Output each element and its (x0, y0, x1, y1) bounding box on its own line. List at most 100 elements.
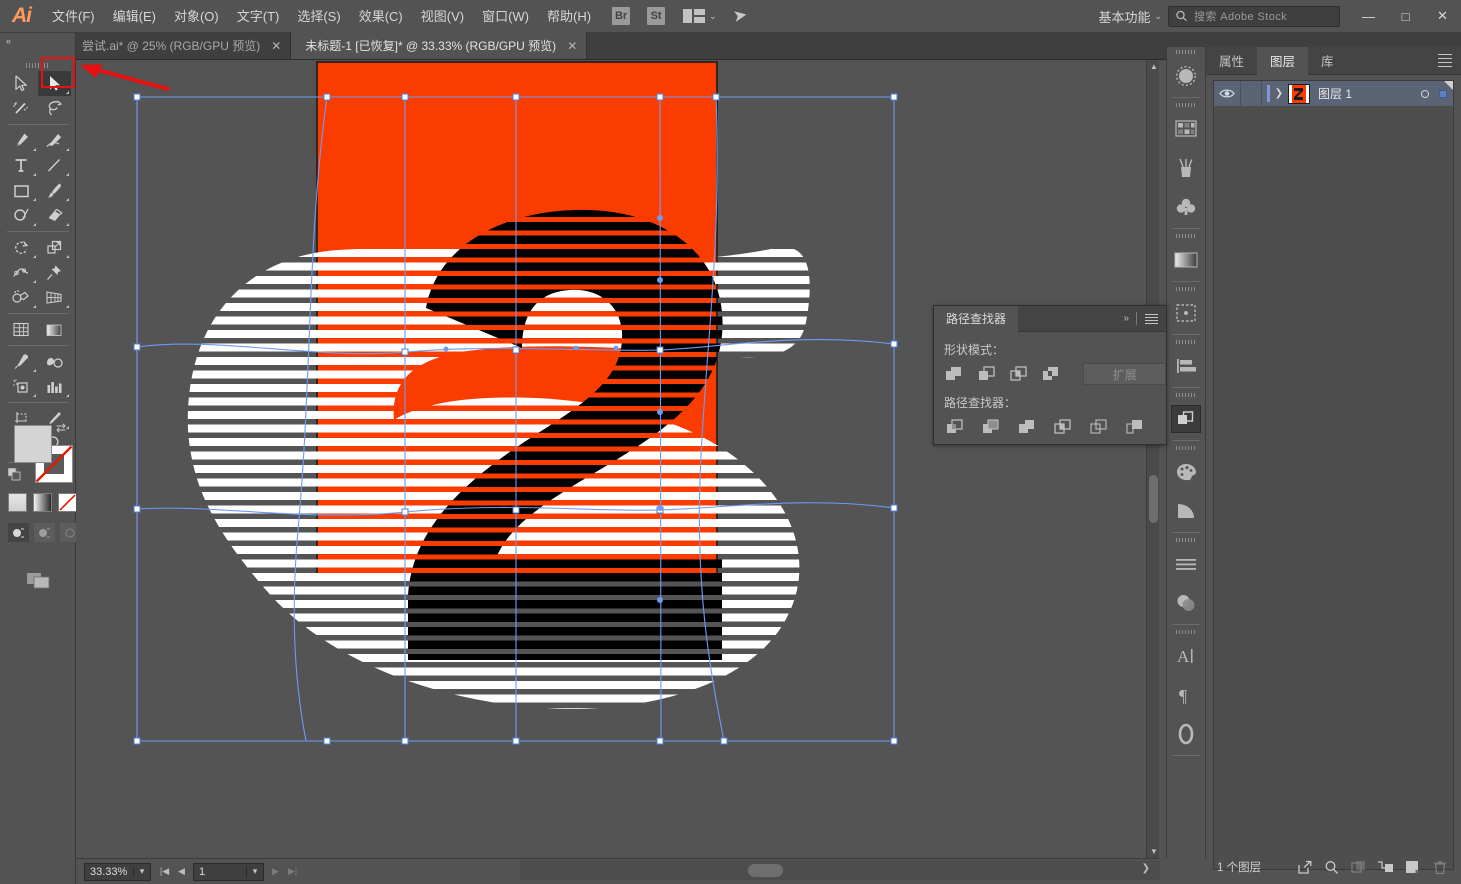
tab-layers[interactable]: 图层 (1257, 47, 1308, 75)
first-artboard-button[interactable]: |◀ (157, 866, 172, 877)
stroke-icon[interactable] (1167, 544, 1205, 583)
rotate-tool[interactable] (5, 235, 38, 260)
merge-button[interactable] (1015, 416, 1039, 438)
dock-grip[interactable] (1167, 231, 1205, 240)
tab-pathfinder[interactable]: 路径查找器 (934, 306, 1018, 332)
eraser-tool[interactable] (38, 203, 71, 228)
tab-libraries[interactable]: 库 (1308, 47, 1347, 75)
eyedropper-tool[interactable] (5, 349, 38, 374)
menu-view[interactable]: 视图(V) (412, 0, 473, 33)
transparency-icon[interactable] (1167, 583, 1205, 622)
zoom-dropdown-icon[interactable]: ▾ (133, 866, 150, 877)
brushes-icon[interactable] (1167, 148, 1205, 187)
draw-normal-button[interactable] (8, 523, 29, 542)
intersect-button[interactable] (1009, 363, 1029, 385)
divide-button[interactable] (943, 416, 967, 438)
rectangle-tool[interactable] (5, 178, 38, 203)
none-button[interactable] (58, 493, 77, 512)
symbols-icon[interactable] (1167, 187, 1205, 226)
layer-target-button[interactable] (1417, 90, 1433, 98)
zoom-level-value[interactable]: 33.33% (85, 866, 133, 878)
new-layer-button[interactable] (1399, 856, 1426, 878)
pen-tool[interactable] (5, 128, 38, 153)
swap-fill-stroke-icon[interactable]: ⇄ (56, 421, 66, 435)
swatches-icon[interactable] (1167, 109, 1205, 148)
type-tool[interactable] (5, 153, 38, 178)
maximize-button[interactable]: □ (1387, 0, 1424, 33)
minimize-button[interactable]: — (1350, 0, 1387, 33)
artboard-number-field[interactable]: 1 ▾ (193, 863, 264, 881)
scale-tool[interactable] (38, 235, 71, 260)
locate-object-button[interactable] (1318, 856, 1345, 878)
menu-file[interactable]: 文件(F) (43, 0, 104, 33)
horizontal-scroll-thumb[interactable] (748, 864, 783, 877)
dock-grip[interactable] (1167, 535, 1205, 544)
character-icon[interactable]: A (1167, 636, 1205, 675)
clipping-mask-button[interactable] (1345, 856, 1372, 878)
color-button[interactable] (8, 493, 27, 512)
lasso-tool[interactable] (38, 96, 71, 121)
screen-mode-button[interactable] (26, 571, 52, 593)
arrange-documents-button[interactable]: ⌄ (683, 9, 717, 23)
document-tab-1[interactable]: 尝试.ai* @ 25% (RGB/GPU 预览) ✕ (68, 32, 291, 59)
curvature-tool[interactable] (38, 128, 71, 153)
canvas-vertical-scrollbar[interactable]: ▲ ▼ (1146, 60, 1159, 858)
dock-grip[interactable] (1167, 627, 1205, 636)
collect-export-button[interactable] (1291, 856, 1318, 878)
toolbar-collapse-icon[interactable]: « (6, 36, 11, 46)
column-graph-tool[interactable] (38, 374, 71, 399)
crop-button[interactable] (1051, 416, 1075, 438)
pathfinder-collapse-icon[interactable]: » (1123, 313, 1136, 324)
scroll-down-icon[interactable]: ▼ (1150, 847, 1158, 856)
shape-builder-tool[interactable] (5, 285, 38, 310)
menu-effect[interactable]: 效果(C) (350, 0, 412, 33)
magic-wand-tool[interactable] (5, 96, 38, 121)
artboard-dropdown-icon[interactable]: ▾ (246, 866, 263, 877)
toolbar-grip[interactable] (0, 60, 75, 71)
expand-button[interactable]: 扩展 (1083, 363, 1166, 385)
default-fill-stroke-icon[interactable] (8, 468, 21, 481)
artboards-icon[interactable] (1167, 293, 1205, 332)
scroll-up-icon[interactable]: ▲ (1150, 62, 1158, 71)
symbol-sprayer-tool[interactable] (5, 374, 38, 399)
dock-grip[interactable] (1167, 337, 1205, 346)
canvas-horizontal-scrollbar[interactable]: ❯ (520, 861, 1160, 880)
gradient-button[interactable] (33, 493, 52, 512)
close-button[interactable]: ✕ (1424, 0, 1461, 33)
direct-selection-tool[interactable] (38, 71, 71, 96)
delete-layer-button[interactable] (1426, 856, 1453, 878)
selection-tool[interactable] (5, 71, 38, 96)
panel-menu-icon[interactable] (1438, 54, 1461, 67)
shaper-tool[interactable] (5, 203, 38, 228)
dock-grip[interactable] (1167, 100, 1205, 109)
vertical-scroll-thumb[interactable] (1149, 475, 1158, 523)
panel-menu-icon[interactable] (1145, 314, 1166, 324)
tab-properties[interactable]: 属性 (1206, 47, 1257, 75)
color-icon[interactable] (1167, 452, 1205, 491)
document-canvas[interactable]: ▲ ▼ (76, 60, 1159, 858)
transform-icon[interactable] (1167, 491, 1205, 530)
table-row[interactable]: ❯ 图层 1 (1214, 81, 1453, 106)
rocket-icon[interactable]: ➤ (731, 5, 749, 27)
perspective-grid-tool[interactable] (38, 285, 71, 310)
layer-list[interactable]: ❯ 图层 1 (1213, 80, 1454, 870)
new-sublayer-button[interactable] (1372, 856, 1399, 878)
dock-grip[interactable] (1167, 443, 1205, 452)
layer-expand-arrow[interactable]: ❯ (1270, 88, 1288, 99)
menu-type[interactable]: 文字(T) (228, 0, 289, 33)
gradient-icon[interactable] (1167, 240, 1205, 279)
gradient-tool[interactable] (38, 317, 71, 342)
menu-help[interactable]: 帮助(H) (538, 0, 600, 33)
exclude-button[interactable] (1041, 363, 1061, 385)
paragraph-icon[interactable]: ¶ (1167, 675, 1205, 714)
trim-button[interactable] (979, 416, 1003, 438)
close-icon[interactable]: ✕ (567, 39, 577, 53)
appearance-icon[interactable] (1167, 714, 1205, 753)
dock-grip[interactable] (1167, 284, 1205, 293)
mesh-tool[interactable] (5, 317, 38, 342)
stock-search-input[interactable]: 搜索 Adobe Stock (1168, 6, 1340, 27)
outline-button[interactable] (1087, 416, 1111, 438)
layer-visibility-toggle[interactable] (1214, 88, 1240, 99)
blend-tool[interactable] (38, 349, 71, 374)
zoom-level-field[interactable]: 33.33% ▾ (84, 863, 151, 881)
